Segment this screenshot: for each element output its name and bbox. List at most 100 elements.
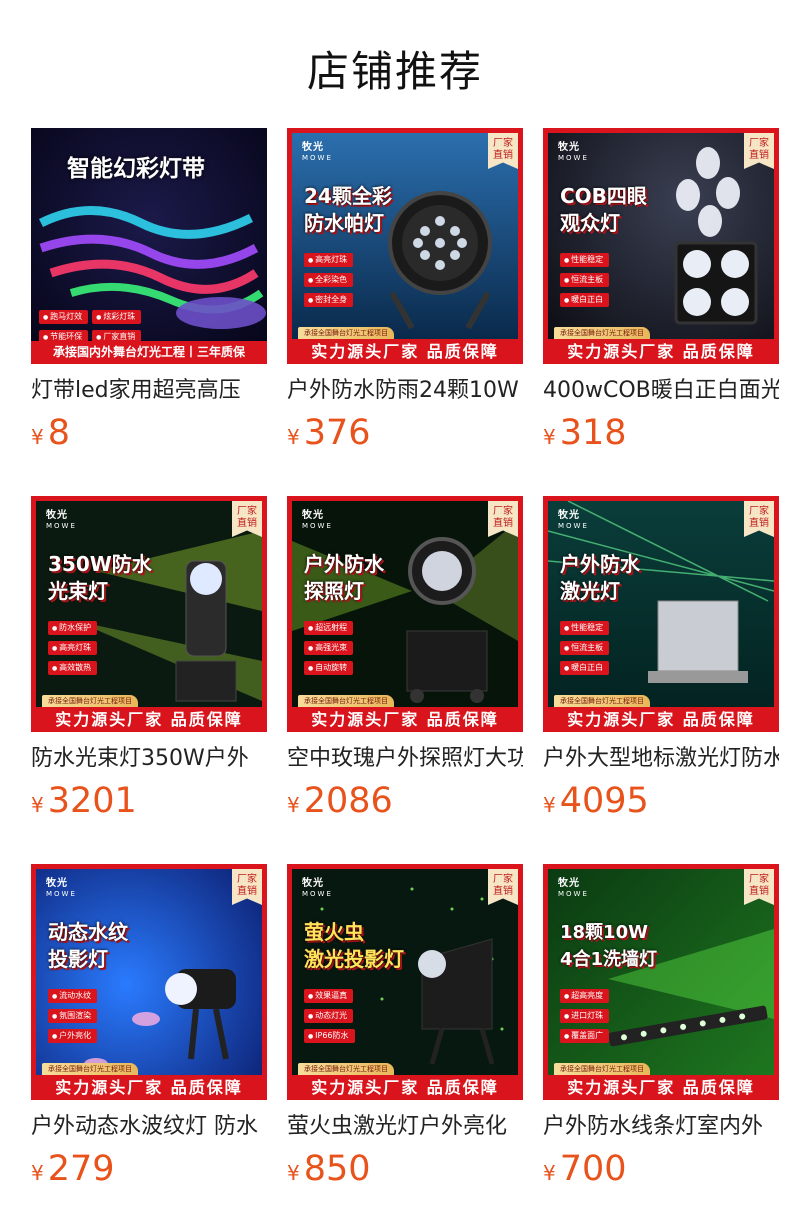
product-price: ¥8 [31,413,267,453]
product-card[interactable]: 牧光MOWE 厂家 直销 24颗全彩 防水帕灯 高亮灯珠 全彩染色 密封全身 承… [287,128,523,453]
product-image-headline: 18颗10W 4合1洗墙灯 [560,922,658,970]
currency-symbol: ¥ [31,425,44,449]
product-image[interactable]: 牧光MOWE 厂家 直销 萤火虫 激光投影灯 效果逼真 动态灯光 IP66防水 … [287,864,523,1100]
product-card[interactable]: 牧光MOWE 厂家 直销 18颗10W 4合1洗墙灯 超高亮度 进口灯珠 覆盖面… [543,864,779,1189]
feature-badge: 覆盖面广 [560,1029,610,1043]
product-image[interactable]: 牧光MOWE 厂家 直销 18颗10W 4合1洗墙灯 超高亮度 进口灯珠 覆盖面… [543,864,779,1100]
product-image-banner: 实力源头厂家 品质保障 [36,707,262,732]
product-image-headline: 动态水纹 投影灯 [48,920,128,971]
product-price: ¥2086 [287,781,523,821]
product-image[interactable]: 牧光MOWE 厂家 直销 24颗全彩 防水帕灯 高亮灯珠 全彩染色 密封全身 承… [287,128,523,364]
price-value: 850 [303,1149,371,1189]
product-image-banner: 实力源头厂家 品质保障 [548,1075,774,1100]
price-value: 318 [559,413,627,453]
product-name[interactable]: 户外防水防雨24颗10W [287,374,523,408]
product-card[interactable]: 牧光MOWE 厂家 直销 户外防水 探照灯 超远射程 高强光束 自动旋转 承接全… [287,496,523,821]
product-image-banner: 承接国内外舞台灯光工程丨三年质保 [31,341,267,364]
product-image[interactable]: 智能幻彩灯带 跑马灯效 炫彩灯珠 节能环保 厂家直销 承接国内外舞台灯光工程丨三… [31,128,267,364]
feature-badge: 效果逼真 [304,989,354,1003]
product-name[interactable]: 户外动态水波纹灯 防水 [31,1110,267,1144]
product-name[interactable]: 户外大型地标激光灯防水 [543,742,779,776]
project-subline: 承接全国舞台灯光工程项目 [298,327,394,339]
currency-symbol: ¥ [31,793,44,817]
brand-logo: 牧光 MOWE [558,510,589,531]
brand-logo: 牧光 MOWE [302,142,333,163]
product-name[interactable]: 空中玫瑰户外探照灯大功率 [287,742,523,776]
feature-badge: 自动旋转 [304,661,354,675]
product-price: ¥850 [287,1149,523,1189]
product-image-banner: 实力源头厂家 品质保障 [36,1075,262,1100]
product-price: ¥4095 [543,781,779,821]
price-value: 2086 [303,781,393,821]
page-title: 店铺推荐 [306,47,483,96]
product-card[interactable]: 牧光MOWE 厂家 直销 动态水纹 投影灯 流动水纹 氛围渲染 户外亮化 承接全… [31,864,267,1189]
product-name[interactable]: 萤火虫激光灯户外亮化 [287,1110,523,1144]
product-image-headline: COB四眼 观众灯 [560,184,647,235]
feature-badge: 暖白正白 [560,293,610,307]
feature-badge: 恒流主板 [560,641,610,655]
feature-badge: 超远射程 [304,621,354,635]
price-value: 3201 [47,781,137,821]
currency-symbol: ¥ [287,1161,300,1185]
product-price: ¥700 [543,1149,779,1189]
product-card[interactable]: 牧光MOWE 厂家 直销 萤火虫 激光投影灯 效果逼真 动态灯光 IP66防水 … [287,864,523,1189]
currency-symbol: ¥ [287,425,300,449]
feature-badge: 高亮灯珠 [304,253,354,267]
currency-symbol: ¥ [31,1161,44,1185]
product-image-banner: 实力源头厂家 品质保障 [548,707,774,732]
product-image[interactable]: 牧光MOWE 厂家 直销 COB四眼 观众灯 性能稳定 恒流主板 暖白正白 承接… [543,128,779,364]
product-image[interactable]: 牧光MOWE 厂家 直销 350W防水 光束灯 防水保护 高亮灯珠 高效散热 承… [31,496,267,732]
feature-badge: 炫彩灯珠 [92,310,142,324]
project-subline: 承接全国舞台灯光工程项目 [298,695,394,707]
product-image-headline: 24颗全彩 防水帕灯 [304,184,392,235]
product-image[interactable]: 牧光MOWE 厂家 直销 户外防水 激光灯 性能稳定 恒流主板 暖白正白 承接全… [543,496,779,732]
product-name[interactable]: 户外防水线条灯室内外 [543,1110,779,1144]
product-card[interactable]: 智能幻彩灯带 跑马灯效 炫彩灯珠 节能环保 厂家直销 承接国内外舞台灯光工程丨三… [31,128,267,453]
brand-logo: 牧光 MOWE [46,878,77,899]
brand-logo: 牧光 MOWE [302,510,333,531]
brand-logo: 牧光 MOWE [46,510,77,531]
currency-symbol: ¥ [543,425,556,449]
price-value: 4095 [559,781,649,821]
product-card[interactable]: 牧光MOWE 厂家 直销 350W防水 光束灯 防水保护 高亮灯珠 高效散热 承… [31,496,267,821]
product-price: ¥318 [543,413,779,453]
product-image-headline: 萤火虫 激光投影灯 [304,920,404,971]
product-image-headline: 350W防水 光束灯 [48,552,152,603]
product-name[interactable]: 400wCOB暖白正白面光灯 [543,374,779,408]
currency-symbol: ¥ [543,1161,556,1185]
product-image[interactable]: 牧光MOWE 厂家 直销 户外防水 探照灯 超远射程 高强光束 自动旋转 承接全… [287,496,523,732]
project-subline: 承接全国舞台灯光工程项目 [554,1063,650,1075]
price-value: 700 [559,1149,627,1189]
product-price: ¥279 [31,1149,267,1189]
feature-badge: 高亮灯珠 [48,641,98,655]
price-value: 8 [47,413,71,453]
brand-logo: 牧光 MOWE [558,142,589,163]
product-image-banner: 实力源头厂家 品质保障 [292,339,518,364]
feature-badge: 恒流主板 [560,273,610,287]
product-card[interactable]: 牧光MOWE 厂家 直销 户外防水 激光灯 性能稳定 恒流主板 暖白正白 承接全… [543,496,779,821]
currency-symbol: ¥ [543,793,556,817]
product-name[interactable]: 灯带led家用超亮高压 [31,374,267,408]
project-subline: 承接全国舞台灯光工程项目 [298,1063,394,1075]
project-subline: 承接全国舞台灯光工程项目 [554,327,650,339]
feature-badge: 性能稳定 [560,253,610,267]
product-image-banner: 实力源头厂家 品质保障 [548,339,774,364]
product-price: ¥3201 [31,781,267,821]
feature-badge: 超高亮度 [560,989,610,1003]
feature-badge: 全彩染色 [304,273,354,287]
product-card[interactable]: 牧光MOWE 厂家 直销 COB四眼 观众灯 性能稳定 恒流主板 暖白正白 承接… [543,128,779,453]
feature-badge: 氛围渲染 [48,1009,98,1023]
brand-logo: 牧光 MOWE [302,878,333,899]
product-image-headline: 智能幻彩灯带 [67,156,205,182]
price-value: 279 [47,1149,115,1189]
feature-badge: 高强光束 [304,641,354,655]
product-price: ¥376 [287,413,523,453]
product-image-banner: 实力源头厂家 品质保障 [292,1075,518,1100]
product-image-banner: 实力源头厂家 品质保障 [292,707,518,732]
product-image-headline: 户外防水 激光灯 [560,552,640,603]
feature-badge: 性能稳定 [560,621,610,635]
product-name[interactable]: 防水光束灯350W户外 [31,742,267,776]
product-image[interactable]: 牧光MOWE 厂家 直销 动态水纹 投影灯 流动水纹 氛围渲染 户外亮化 承接全… [31,864,267,1100]
feature-badge: 流动水纹 [48,989,98,1003]
price-value: 376 [303,413,371,453]
